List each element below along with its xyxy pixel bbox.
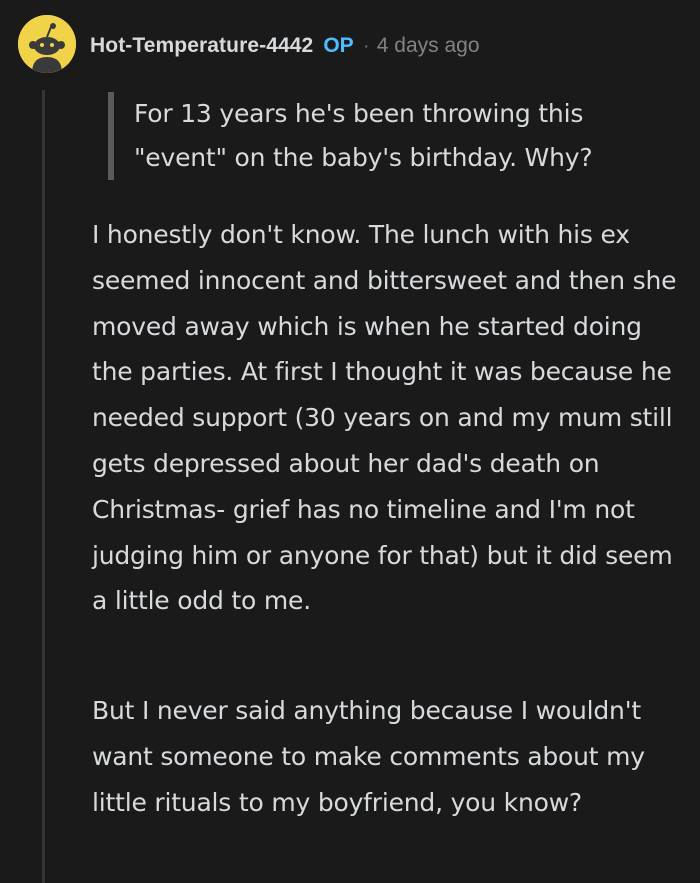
thread-collapse-line[interactable]	[42, 90, 45, 883]
snoo-avatar-icon	[18, 15, 76, 73]
quote-block: For 13 years he's been throwing this "ev…	[108, 92, 668, 180]
comment-paragraph: But I never said anything because I woul…	[92, 696, 645, 817]
timestamp[interactable]: 4 days ago	[377, 34, 480, 58]
quote-text: For 13 years he's been throwing this "ev…	[134, 99, 593, 172]
comment: Hot-Temperature-4442 OP · 4 days ago For…	[0, 0, 700, 883]
avatar[interactable]	[18, 15, 76, 73]
comment-paragraph: I honestly don't know. The lunch with hi…	[92, 220, 677, 616]
comment-header: Hot-Temperature-4442 OP · 4 days ago	[90, 31, 480, 61]
op-badge: OP	[323, 34, 354, 57]
separator-dot: ·	[363, 36, 369, 56]
author-username[interactable]: Hot-Temperature-4442	[90, 34, 313, 58]
